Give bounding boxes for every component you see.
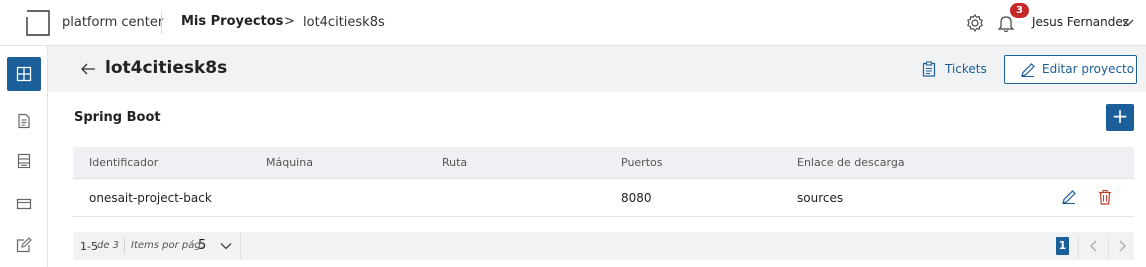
breadcrumb-separator: >	[284, 14, 295, 29]
column-header-identificador[interactable]: Identificador	[89, 156, 158, 169]
notification-badge: 3	[1010, 3, 1029, 18]
gear-icon[interactable]	[964, 12, 986, 34]
header-divider	[161, 12, 162, 34]
chevron-right-icon[interactable]	[1115, 239, 1129, 253]
pencil-icon	[1021, 63, 1035, 77]
table-row: onesait-project-back 8080 sources	[73, 179, 1134, 217]
pagination-range: 1-5	[80, 240, 98, 253]
clipboard-icon[interactable]	[921, 61, 937, 77]
section-title: Spring Boot	[74, 110, 161, 125]
cell-enlace-descarga[interactable]: sources	[797, 191, 843, 205]
pencil-icon[interactable]	[1061, 189, 1077, 205]
pagination-divider	[240, 232, 241, 260]
edit-square-icon	[16, 237, 32, 253]
sidebar-item-servers[interactable]	[7, 144, 41, 178]
breadcrumb-projects[interactable]: Mis Proyectos	[181, 14, 283, 29]
sidebar-item-documents[interactable]	[7, 104, 41, 138]
brand-name[interactable]: platform center	[62, 15, 163, 30]
grid-icon	[16, 66, 32, 82]
pagination-total: de 3	[97, 240, 120, 251]
page-title: lot4citiesk8s	[105, 58, 228, 78]
edit-project-button[interactable]: Editar proyecto	[1004, 55, 1137, 84]
server-icon	[17, 153, 31, 169]
card-icon	[16, 198, 32, 210]
top-header: platform center Mis Proyectos > lot4citi…	[0, 0, 1146, 46]
sidebar	[0, 46, 48, 267]
pagination-divider	[1078, 235, 1079, 257]
user-name[interactable]: Jesus Fernandez	[1032, 15, 1129, 29]
page-header: lot4citiesk8s Tickets Editar proyecto	[48, 46, 1146, 92]
table-header: Identificador Máquina Ruta Puertos Enlac…	[73, 147, 1134, 179]
chevron-left-icon[interactable]	[1087, 239, 1101, 253]
cell-identificador: onesait-project-back	[89, 191, 212, 205]
trash-icon[interactable]	[1098, 189, 1112, 205]
edit-project-label: Editar proyecto	[1042, 62, 1135, 76]
cell-puertos: 8080	[621, 191, 652, 205]
pagination-divider	[124, 238, 125, 254]
column-header-puertos[interactable]: Puertos	[621, 156, 662, 169]
items-per-page-label: Items por pág.	[131, 240, 204, 251]
chevron-down-icon[interactable]	[1121, 13, 1135, 31]
page-number-current[interactable]: 1	[1056, 237, 1069, 255]
add-button[interactable]: +	[1106, 104, 1134, 131]
pagination-bar: 1-5 de 3 Items por pág. 5 1	[73, 232, 1134, 260]
column-header-maquina[interactable]: Máquina	[266, 156, 313, 169]
column-header-ruta[interactable]: Ruta	[442, 156, 467, 169]
sidebar-item-billing[interactable]	[7, 187, 41, 221]
pagination-divider	[1108, 235, 1109, 257]
column-header-enlace[interactable]: Enlace de descarga	[797, 156, 905, 169]
sidebar-item-edit[interactable]	[7, 228, 41, 262]
document-icon	[18, 113, 30, 129]
back-arrow-icon[interactable]	[80, 61, 96, 77]
sidebar-item-dashboard[interactable]	[7, 57, 41, 91]
tickets-link[interactable]: Tickets	[945, 62, 987, 76]
logo-icon[interactable]	[24, 9, 52, 37]
items-per-page-select[interactable]: 5	[198, 238, 206, 253]
breadcrumb-current: lot4citiesk8s	[303, 15, 385, 30]
chevron-down-icon[interactable]	[219, 239, 233, 253]
